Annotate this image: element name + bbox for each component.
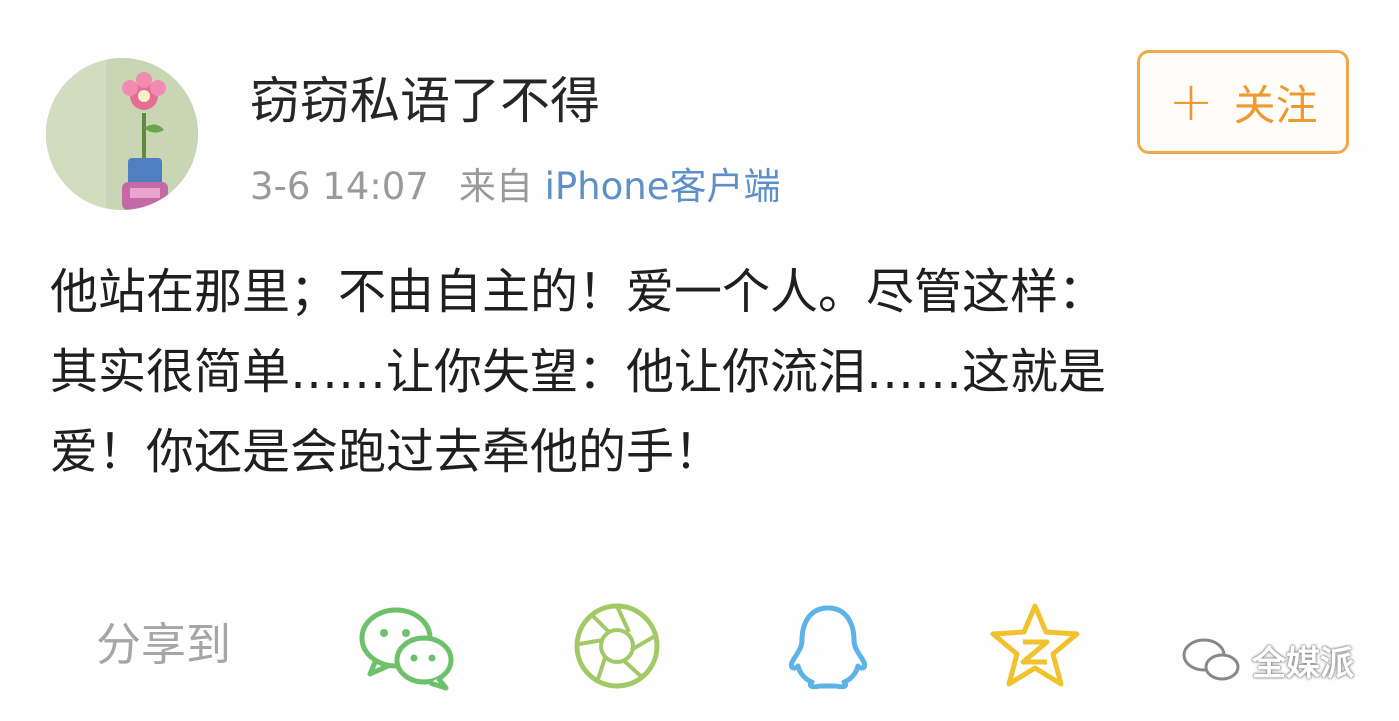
plus-icon: +	[1168, 70, 1214, 133]
moments-icon[interactable]	[567, 600, 667, 692]
post-time: 3-6 14:07	[250, 165, 429, 208]
source-link[interactable]: iPhone客户端	[545, 165, 781, 208]
avatar-image	[46, 58, 198, 210]
qzone-icon[interactable]	[985, 600, 1085, 692]
follow-label: 关注	[1233, 80, 1318, 130]
wechat-icon[interactable]	[356, 600, 456, 692]
post-line: 他站在那里；不由自主的！爱一个人。尽管这样：	[50, 264, 1107, 320]
username[interactable]: 窃窃私语了不得	[250, 66, 600, 136]
from-label: 来自	[458, 165, 533, 208]
wechat-watermark-icon	[1182, 638, 1240, 681]
follow-button[interactable]: + 关注	[1137, 50, 1349, 154]
watermark-text: 全媒派	[1252, 643, 1354, 684]
share-label: 分享到	[96, 618, 232, 671]
avatar[interactable]	[46, 58, 198, 210]
watermark: 全媒派	[1180, 630, 1354, 690]
qq-icon[interactable]	[778, 600, 878, 692]
post-meta: 3-6 14:07 来自 iPhone客户端	[250, 157, 781, 217]
post-line: 爱！你还是会跑过去牵他的手！	[50, 424, 723, 480]
post-text: 他站在那里；不由自主的！爱一个人。尽管这样： 其实很简单……让你失望：他让你流泪…	[50, 252, 1350, 492]
post-line: 其实很简单……让你失望：他让你流泪……这就是	[50, 344, 1107, 400]
